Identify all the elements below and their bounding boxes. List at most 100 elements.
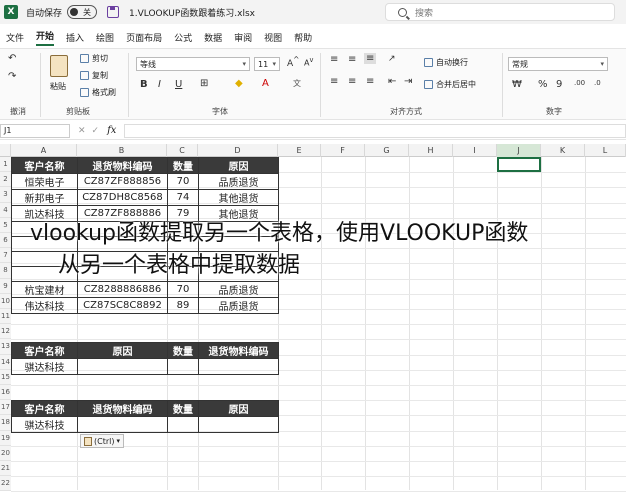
active-cell-j1[interactable]	[497, 157, 541, 172]
table-header-cell[interactable]: 原因	[198, 400, 279, 417]
align-middle-icon[interactable]: ≡	[348, 54, 356, 65]
undo-icon[interactable]: ↶	[8, 53, 16, 64]
row-header[interactable]: 18	[0, 415, 11, 431]
column-header[interactable]: H	[409, 144, 453, 157]
search-box[interactable]: 搜索	[385, 3, 615, 21]
cancel-icon[interactable]: ✕	[78, 126, 86, 136]
paste-button[interactable]: 粘贴	[50, 81, 66, 92]
column-header[interactable]: L	[585, 144, 626, 157]
row-header[interactable]: 13	[0, 339, 11, 355]
align-center-icon[interactable]: ≡	[348, 76, 356, 87]
table-cell[interactable]: CZ87DH8C8568	[77, 189, 168, 206]
tab-page-layout[interactable]: 页面布局	[126, 31, 162, 44]
table-header-cell[interactable]: 原因	[198, 157, 279, 174]
cut-button[interactable]: 剪切	[80, 53, 108, 64]
table-header-cell[interactable]: 退货物料编码	[77, 157, 168, 174]
table-cell[interactable]	[198, 416, 279, 433]
row-header[interactable]: 2	[0, 172, 11, 188]
row-header[interactable]: 21	[0, 461, 11, 477]
table-cell[interactable]: 70	[167, 281, 199, 298]
underline-icon[interactable]: U	[175, 79, 182, 90]
table-cell[interactable]: CZ87ZF888856	[77, 173, 168, 190]
save-icon[interactable]	[107, 6, 120, 18]
column-header[interactable]: K	[541, 144, 585, 157]
table-cell[interactable]: 骐达科技	[11, 358, 78, 375]
table-cell[interactable]: 其他退货	[198, 189, 279, 206]
name-box[interactable]: J1	[0, 123, 70, 138]
formula-input[interactable]	[124, 123, 626, 138]
decrease-decimal-icon[interactable]: .0	[594, 79, 601, 87]
table-header-cell[interactable]: 退货物料编码	[77, 400, 168, 417]
table-cell[interactable]: 74	[167, 189, 199, 206]
select-all-corner[interactable]	[0, 144, 11, 157]
percent-icon[interactable]: %	[538, 79, 548, 90]
fill-color-icon[interactable]: ◆	[235, 78, 243, 89]
column-header[interactable]: C	[167, 144, 198, 157]
table-cell[interactable]	[77, 416, 168, 433]
row-header[interactable]: 12	[0, 324, 11, 340]
paste-options-button[interactable]: (Ctrl) ▾	[80, 434, 124, 448]
table-header-cell[interactable]: 退货物料编码	[198, 342, 279, 359]
table-cell[interactable]: 伟达科技	[11, 297, 78, 314]
enter-icon[interactable]: ✓	[92, 126, 100, 136]
row-header[interactable]: 4	[0, 202, 11, 218]
column-header[interactable]: E	[278, 144, 321, 157]
column-header[interactable]: G	[365, 144, 409, 157]
table-header-cell[interactable]: 客户名称	[11, 400, 78, 417]
tab-view[interactable]: 视图	[264, 31, 282, 44]
row-header[interactable]: 15	[0, 369, 11, 385]
column-header[interactable]: J	[497, 144, 541, 157]
table-header-cell[interactable]: 客户名称	[11, 157, 78, 174]
bold-icon[interactable]: B	[140, 79, 148, 90]
wrap-text-button[interactable]: 自动换行	[424, 57, 468, 68]
table-cell[interactable]	[167, 416, 199, 433]
table-cell[interactable]: CZ87SC8C8892	[77, 297, 168, 314]
font-name-select[interactable]: 等线	[136, 57, 250, 71]
table-cell[interactable]: 70	[167, 173, 199, 190]
table-cell[interactable]: CZ8288886886	[77, 281, 168, 298]
tab-draw[interactable]: 绘图	[96, 31, 114, 44]
table-header-cell[interactable]: 数量	[167, 342, 199, 359]
tab-help[interactable]: 帮助	[294, 31, 312, 44]
table-cell[interactable]: 恒荣电子	[11, 173, 78, 190]
table-header-cell[interactable]: 原因	[77, 342, 168, 359]
row-header[interactable]: 8	[0, 263, 11, 279]
paste-icon[interactable]	[50, 55, 68, 77]
table-cell[interactable]: 杭宝建材	[11, 281, 78, 298]
shrink-font-icon[interactable]: Av	[304, 56, 313, 68]
table-cell[interactable]: 新邦电子	[11, 189, 78, 206]
row-header[interactable]: 16	[0, 385, 11, 401]
align-left-icon[interactable]: ≡	[330, 76, 338, 87]
align-bottom-icon[interactable]: ≡	[364, 53, 377, 64]
table-cell[interactable]: 品质退货	[198, 297, 279, 314]
increase-indent-icon[interactable]: ⇥	[404, 76, 412, 87]
column-header[interactable]: B	[77, 144, 167, 157]
border-icon[interactable]: ⊞	[200, 78, 208, 89]
row-header[interactable]: 1	[0, 157, 11, 173]
row-header[interactable]: 7	[0, 248, 11, 264]
row-header[interactable]: 5	[0, 217, 11, 233]
table-header-cell[interactable]: 数量	[167, 400, 199, 417]
decrease-indent-icon[interactable]: ⇤	[388, 76, 396, 87]
row-header[interactable]: 22	[0, 476, 11, 492]
row-header[interactable]: 6	[0, 233, 11, 249]
tab-review[interactable]: 审阅	[234, 31, 252, 44]
orientation-icon[interactable]: ↗	[388, 54, 396, 64]
row-header[interactable]: 19	[0, 430, 11, 446]
font-color-icon[interactable]: A	[262, 78, 269, 89]
tab-insert[interactable]: 插入	[66, 31, 84, 44]
align-right-icon[interactable]: ≡	[366, 76, 374, 87]
tab-home[interactable]: 开始	[36, 29, 55, 46]
row-header[interactable]: 14	[0, 354, 11, 370]
table-header-cell[interactable]: 客户名称	[11, 342, 78, 359]
grow-font-icon[interactable]: A^	[287, 55, 299, 69]
table-cell[interactable]	[77, 358, 168, 375]
align-top-icon[interactable]: ≡	[330, 54, 338, 65]
format-painter-button[interactable]: 格式刷	[80, 87, 116, 98]
column-header[interactable]: I	[453, 144, 497, 157]
font-size-select[interactable]: 11	[254, 57, 280, 71]
row-header[interactable]: 3	[0, 187, 11, 203]
increase-decimal-icon[interactable]: .00	[574, 79, 585, 87]
row-header[interactable]: 9	[0, 278, 11, 294]
column-header[interactable]: A	[11, 144, 77, 157]
